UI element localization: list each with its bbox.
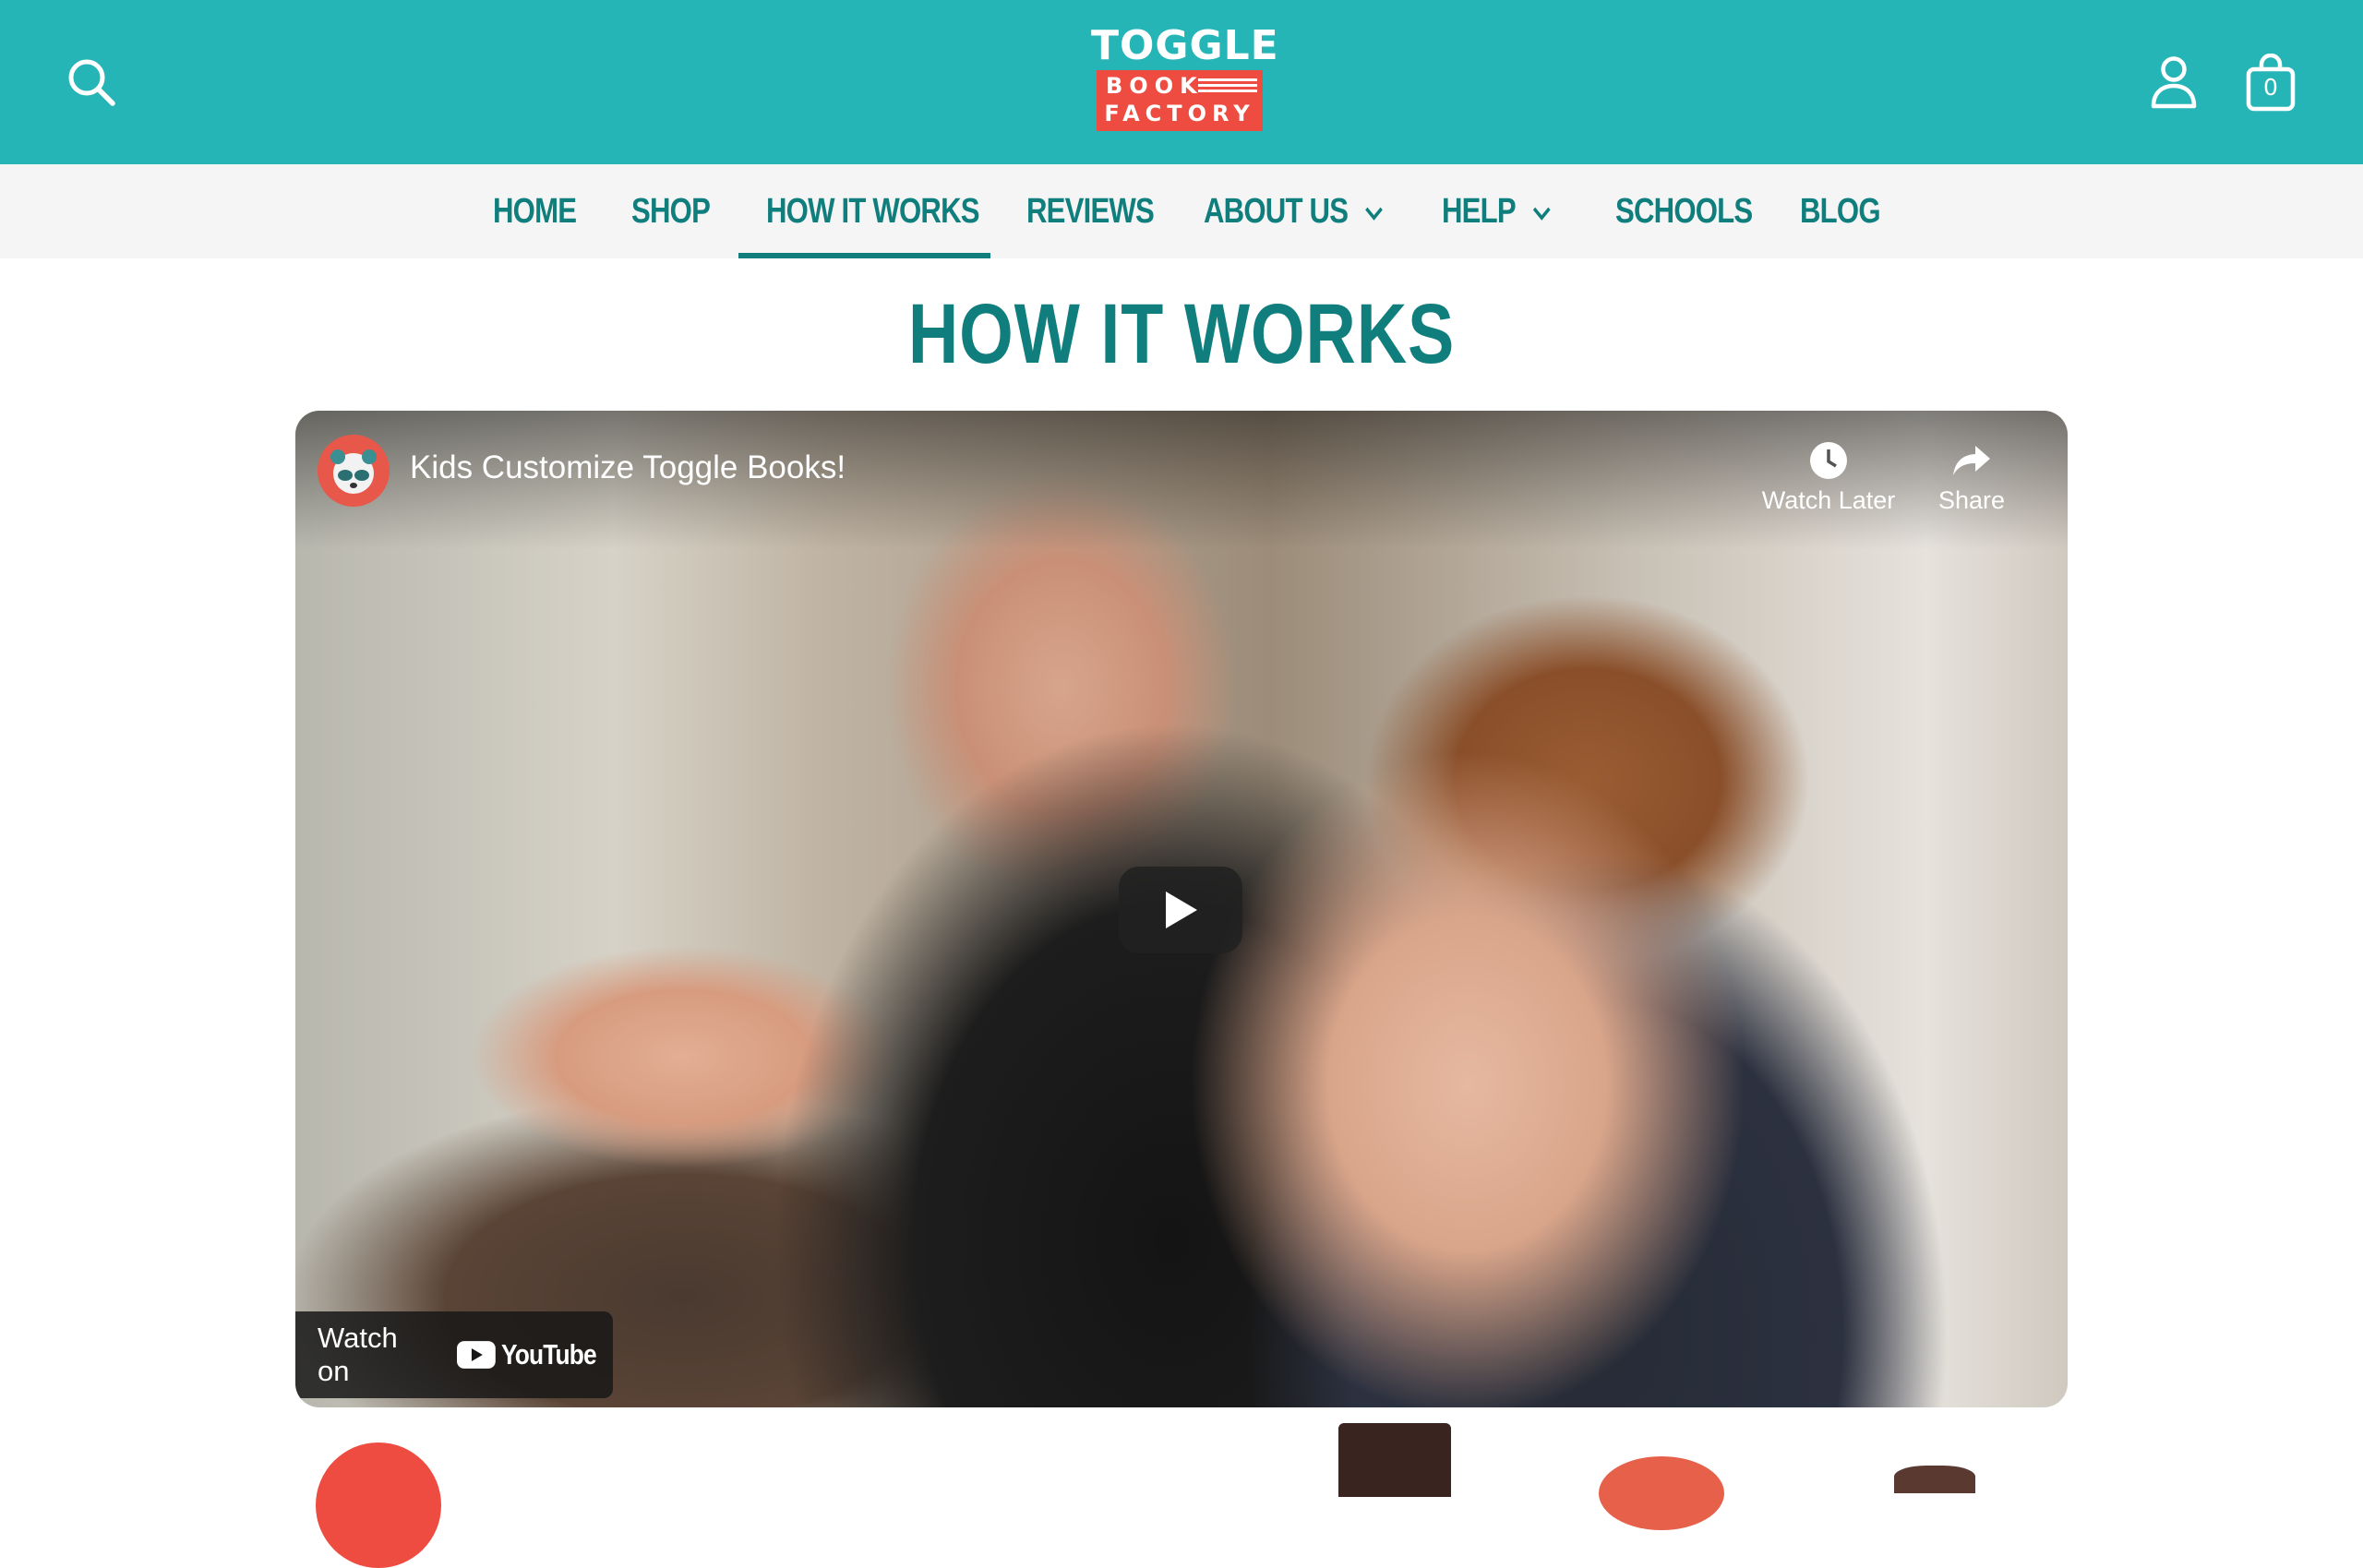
- logo-book-text: BOOK: [1106, 73, 1204, 99]
- below-fold-image: [1338, 1423, 1451, 1497]
- youtube-wordmark: YouTube: [501, 1338, 597, 1371]
- watch-on-youtube-link[interactable]: Watch on YouTube: [295, 1311, 613, 1398]
- site-logo[interactable]: TOGGLE BOOK FACTORY: [1091, 22, 1279, 140]
- page-title: HOW IT WORKS: [907, 287, 1456, 381]
- nav-item-blog[interactable]: BLOG: [1800, 164, 1881, 258]
- play-icon: [1166, 892, 1197, 928]
- site-header: TOGGLE BOOK FACTORY 0: [0, 0, 2363, 164]
- nav-item-shop[interactable]: SHOP: [631, 164, 711, 258]
- play-button[interactable]: [1119, 867, 1242, 953]
- search-icon: [68, 59, 115, 106]
- cart-button[interactable]: 0: [2234, 46, 2308, 120]
- nav-item-reviews[interactable]: REVIEWS: [1026, 164, 1155, 258]
- watch-later-label: Watch Later: [1761, 486, 1896, 514]
- channel-avatar[interactable]: [318, 435, 390, 507]
- cart-count: 0: [2263, 74, 2278, 101]
- chevron-down-icon: [1533, 207, 1551, 221]
- video-title[interactable]: Kids Customize Toggle Books!: [410, 449, 846, 486]
- share-arrow-icon: [1953, 446, 1990, 475]
- search-button[interactable]: [57, 48, 126, 116]
- account-button[interactable]: [2140, 48, 2208, 116]
- watch-on-label: Watch on: [318, 1322, 398, 1387]
- nav-active-indicator: [738, 253, 990, 258]
- logo-stripes: [1198, 78, 1257, 95]
- main-nav: HOME SHOP HOW IT WORKS REVIEWS ABOUT US …: [0, 164, 2363, 258]
- nav-item-home[interactable]: HOME: [493, 164, 577, 258]
- nav-item-help[interactable]: HELP: [1442, 164, 1552, 258]
- account-icon: [2151, 56, 2197, 109]
- logo-box: BOOK FACTORY: [1097, 70, 1263, 131]
- nav-item-about-us-label: ABOUT US: [1204, 192, 1349, 231]
- panda-mascot-icon: [330, 449, 377, 494]
- nav-item-how-it-works[interactable]: HOW IT WORKS: [766, 164, 980, 258]
- share-label: Share: [1937, 486, 2006, 514]
- watch-later-button[interactable]: Watch Later: [1759, 435, 1898, 515]
- logo-factory-text: FACTORY: [1104, 101, 1255, 126]
- youtube-logo-icon: [457, 1341, 496, 1369]
- nav-item-about-us[interactable]: ABOUT US: [1204, 164, 1385, 258]
- share-button[interactable]: Share: [1916, 435, 2027, 515]
- nav-item-schools[interactable]: SCHOOLS: [1615, 164, 1753, 258]
- youtube-video-embed[interactable]: Kids Customize Toggle Books! Watch Later…: [295, 411, 2068, 1407]
- chevron-down-icon: [1365, 207, 1384, 221]
- below-fold-image: [1894, 1466, 1975, 1493]
- nav-item-help-label: HELP: [1442, 192, 1517, 231]
- logo-toggle-text: TOGGLE: [1091, 22, 1279, 69]
- below-fold-image: [1599, 1456, 1724, 1530]
- below-fold-image: [316, 1442, 441, 1568]
- clock-icon: [1810, 442, 1847, 479]
